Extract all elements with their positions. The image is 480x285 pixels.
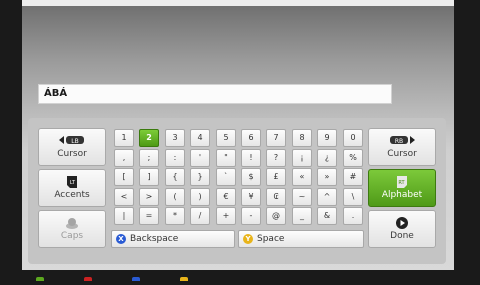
key-row5-7[interactable]: @ [266, 207, 286, 225]
controller-button-hints [36, 266, 236, 281]
key-row4-6[interactable]: ¥ [241, 188, 261, 206]
key-row5-2[interactable]: = [139, 207, 159, 225]
key-row3-5[interactable]: ` [216, 168, 236, 186]
key-row1-9[interactable]: 9 [317, 129, 337, 147]
lt-trigger-icon: LT [39, 175, 105, 189]
key-row2-8[interactable]: ¡ [292, 149, 312, 167]
key-row2-2[interactable]: ; [139, 149, 159, 167]
text-input-field[interactable]: ÁBÁ [38, 84, 392, 104]
lb-bumper-icon: LB [39, 134, 105, 148]
caps-label: Caps [60, 231, 84, 241]
key-row2-6[interactable]: ! [241, 149, 261, 167]
key-row4-10[interactable]: \ [343, 188, 363, 206]
key-row5-10[interactable]: . [343, 207, 363, 225]
key-row4-2[interactable]: > [139, 188, 159, 206]
svg-text:RT: RT [398, 180, 405, 186]
cursor-left-button[interactable]: LB Cursor [38, 128, 106, 166]
key-row2-3[interactable]: : [165, 149, 185, 167]
key-row5-4[interactable]: / [190, 207, 210, 225]
a-button-hint-icon [36, 277, 44, 281]
key-row4-8[interactable]: ~ [292, 188, 312, 206]
key-row1-5[interactable]: 5 [216, 129, 236, 147]
key-row3-7[interactable]: £ [266, 168, 286, 186]
key-row1-2[interactable]: 2 [139, 129, 159, 147]
key-row1-7[interactable]: 7 [266, 129, 286, 147]
cursor-left-label: Cursor [57, 149, 87, 159]
key-row4-5[interactable]: € [216, 188, 236, 206]
key-row1-6[interactable]: 6 [241, 129, 261, 147]
key-row2-10[interactable]: % [343, 149, 363, 167]
alphabet-label: Alphabet [381, 190, 423, 200]
key-row3-3[interactable]: { [165, 168, 185, 186]
key-row2-5[interactable]: " [216, 149, 236, 167]
key-row3-6[interactable]: $ [241, 168, 261, 186]
accents-label: Accents [54, 190, 90, 200]
key-row1-4[interactable]: 4 [190, 129, 210, 147]
cursor-right-button[interactable]: RB Cursor [368, 128, 436, 166]
top-bar [22, 0, 454, 6]
key-row2-7[interactable]: ? [266, 149, 286, 167]
key-row5-6[interactable]: - [241, 207, 261, 225]
key-row1-3[interactable]: 3 [165, 129, 185, 147]
space-label: Space [257, 234, 285, 244]
start-icon [369, 216, 435, 230]
left-stick-icon [39, 216, 105, 230]
key-row4-4[interactable]: ) [190, 188, 210, 206]
key-row4-9[interactable]: ^ [317, 188, 337, 206]
done-button[interactable]: Done [368, 210, 436, 248]
x-button-icon: X [116, 233, 126, 244]
key-row4-3[interactable]: ( [165, 188, 185, 206]
backspace-label: Backspace [130, 234, 179, 244]
backspace-button[interactable]: X Backspace [111, 230, 235, 248]
x-button-hint-icon [132, 277, 140, 281]
key-row3-4[interactable]: } [190, 168, 210, 186]
cursor-right-label: Cursor [387, 149, 417, 159]
accents-button[interactable]: LT Accents [38, 169, 106, 207]
caps-button[interactable]: Caps [38, 210, 106, 248]
y-button-hint-icon [180, 277, 188, 281]
key-row4-1[interactable]: < [114, 188, 134, 206]
key-row3-9[interactable]: » [317, 168, 337, 186]
key-row3-2[interactable]: ] [139, 168, 159, 186]
svg-text:RB: RB [395, 138, 403, 145]
rt-trigger-icon: RT [369, 175, 435, 189]
key-row5-9[interactable]: & [317, 207, 337, 225]
key-row2-9[interactable]: ¿ [317, 149, 337, 167]
key-row1-10[interactable]: 0 [343, 129, 363, 147]
key-row3-1[interactable]: [ [114, 168, 134, 186]
key-row5-1[interactable]: | [114, 207, 134, 225]
alphabet-button[interactable]: RT Alphabet [368, 169, 436, 207]
done-label: Done [390, 231, 414, 241]
key-row1-1[interactable]: 1 [114, 129, 134, 147]
key-row1-8[interactable]: 8 [292, 129, 312, 147]
key-row2-4[interactable]: ' [190, 149, 210, 167]
y-button-icon: Y [243, 233, 253, 244]
b-button-hint-icon [84, 277, 92, 281]
key-row5-8[interactable]: _ [292, 207, 312, 225]
rb-bumper-icon: RB [369, 134, 435, 148]
key-row2-1[interactable]: , [114, 149, 134, 167]
space-button[interactable]: Y Space [238, 230, 364, 248]
key-row5-5[interactable]: + [216, 207, 236, 225]
svg-text:LB: LB [71, 138, 78, 145]
key-row3-10[interactable]: # [343, 168, 363, 186]
key-row3-8[interactable]: « [292, 168, 312, 186]
key-row4-7[interactable]: ₢ [266, 188, 286, 206]
key-row5-3[interactable]: * [165, 207, 185, 225]
